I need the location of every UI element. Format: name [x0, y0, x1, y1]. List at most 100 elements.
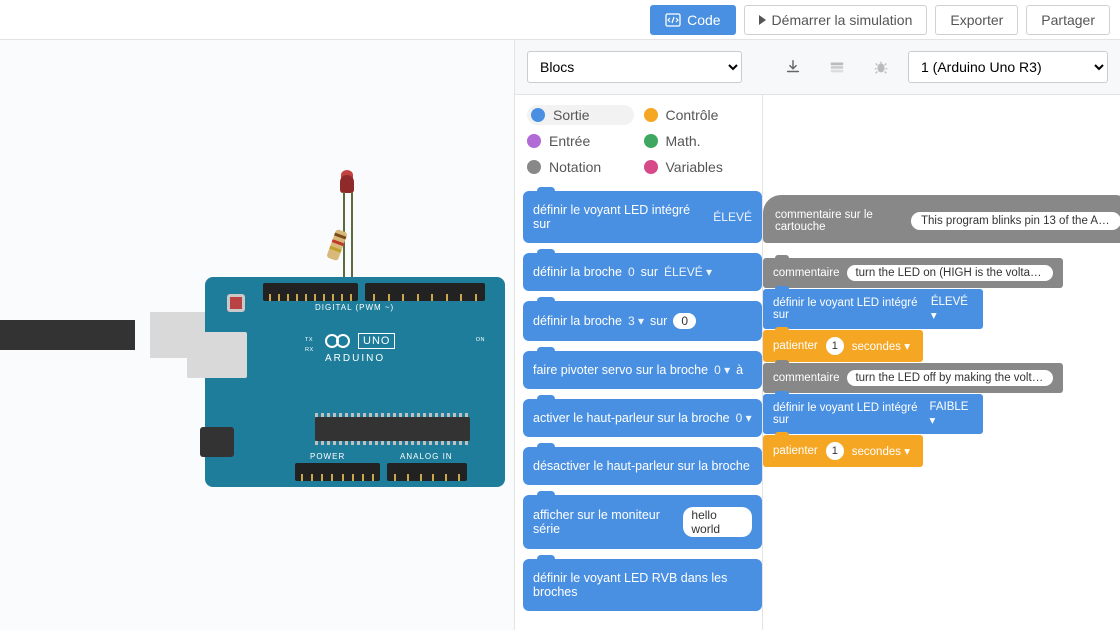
library-button[interactable]	[820, 50, 854, 84]
set-led-block[interactable]: définir le voyant LED intégré sur FAIBLE…	[763, 394, 983, 434]
dot-icon	[644, 160, 658, 174]
header-digital-left[interactable]	[263, 283, 358, 301]
power-section-label: POWER	[310, 452, 345, 461]
arduino-board[interactable]: DIGITAL (PWM ~) UNO ARDUINO TX RX ON POW…	[205, 277, 505, 487]
palette-block-list[interactable]: définir le voyant LED intégré sur ÉLEVÉ …	[515, 185, 762, 630]
usb-cable[interactable]	[0, 310, 150, 360]
pin-dropdown[interactable]: 0 ▾	[736, 411, 752, 425]
play-icon	[759, 15, 766, 25]
hat-comment-text[interactable]: This program blinks pin 13 of the Arduin…	[911, 212, 1120, 230]
block-label: définir la broche	[533, 265, 622, 279]
block-value[interactable]: ÉLEVÉ	[713, 210, 752, 224]
category-label: Notation	[549, 159, 601, 175]
comment-label: commentaire	[773, 267, 839, 279]
debug-button[interactable]	[864, 50, 898, 84]
pin-dropdown[interactable]: 3 ▾	[628, 314, 644, 328]
category-label: Contrôle	[666, 107, 719, 123]
header-analog[interactable]	[387, 463, 467, 481]
on-label: ON	[476, 337, 485, 343]
share-label: Partager	[1041, 12, 1095, 28]
wait-block[interactable]: patienter 1 secondes ▾	[763, 330, 923, 362]
block-label: définir le voyant LED intégré sur	[533, 203, 698, 231]
comment-block[interactable]: commentaire turn the LED on (HIGH is the…	[763, 258, 1063, 288]
device-select[interactable]: 1 (Arduino Uno R3)	[908, 51, 1108, 83]
bug-icon	[872, 58, 890, 76]
main-split: DIGITAL (PWM ~) UNO ARDUINO TX RX ON POW…	[0, 40, 1120, 630]
hat-label: commentaire sur le cartouche	[775, 209, 903, 233]
block-set-pin-digital[interactable]: définir la broche0surÉLEVÉ ▾	[523, 253, 762, 291]
category-controle[interactable]: Contrôle	[644, 105, 751, 125]
tx-label: TX	[305, 337, 313, 343]
dot-icon	[644, 134, 658, 148]
block-serial-print[interactable]: afficher sur le moniteur sériehello worl…	[523, 495, 762, 549]
block-mid: sur	[650, 314, 667, 328]
block-speaker-off[interactable]: désactiver le haut-parleur sur la broche	[523, 447, 762, 485]
download-icon	[784, 58, 802, 76]
block-rotate-servo[interactable]: faire pivoter servo sur la broche 0 ▾ à	[523, 351, 762, 389]
download-button[interactable]	[776, 50, 810, 84]
text-input[interactable]: hello world	[683, 507, 752, 537]
block-set-builtin-led[interactable]: définir le voyant LED intégré sur ÉLEVÉ	[523, 191, 762, 243]
wait-label: patienter	[773, 340, 818, 352]
circuit-canvas[interactable]: DIGITAL (PWM ~) UNO ARDUINO TX RX ON POW…	[0, 40, 515, 630]
header-power[interactable]	[295, 463, 380, 481]
pin-dropdown[interactable]: 0	[628, 265, 635, 279]
category-list: Sortie Contrôle Entrée Math. Notation Va…	[515, 95, 762, 185]
block-palette: Sortie Contrôle Entrée Math. Notation Va…	[515, 95, 763, 630]
comment-text[interactable]: turn the LED on (HIGH is the voltage lev…	[847, 265, 1053, 281]
pin-dropdown[interactable]: 0 ▾	[714, 363, 730, 377]
export-button[interactable]: Exporter	[935, 5, 1018, 35]
category-entree[interactable]: Entrée	[527, 131, 634, 151]
code-mode-select[interactable]: Blocs	[527, 51, 742, 83]
category-label: Sortie	[553, 107, 590, 123]
wait-block[interactable]: patienter 1 secondes ▾	[763, 435, 923, 467]
hat-comment-block[interactable]: commentaire sur le cartouche This progra…	[763, 195, 1120, 243]
board-brand: UNO	[325, 333, 395, 349]
value-dropdown[interactable]: ÉLEVÉ ▾	[664, 265, 712, 279]
dot-icon	[527, 160, 541, 174]
wait-label: patienter	[773, 445, 818, 457]
program-stack[interactable]: commentaire sur le cartouche This progra…	[763, 195, 1120, 467]
start-simulation-button[interactable]: Démarrer la simulation	[744, 5, 928, 35]
value-dropdown[interactable]: ÉLEVÉ ▾	[931, 296, 973, 322]
export-label: Exporter	[950, 12, 1003, 28]
comment-block[interactable]: commentaire turn the LED off by making t…	[763, 363, 1063, 393]
block-tail: à	[736, 363, 743, 377]
category-variables[interactable]: Variables	[644, 157, 751, 177]
atmega-chip	[315, 417, 470, 441]
dot-icon	[527, 134, 541, 148]
block-label: faire pivoter servo sur la broche	[533, 363, 708, 377]
unit-dropdown[interactable]: secondes ▾	[852, 444, 910, 458]
top-toolbar: Code Démarrer la simulation Exporter Par…	[0, 0, 1120, 40]
block-label: afficher sur le moniteur série	[533, 508, 677, 536]
reset-button[interactable]	[227, 294, 245, 312]
block-label: définir le voyant LED intégré sur	[773, 402, 921, 426]
set-led-block[interactable]: définir le voyant LED intégré sur ÉLEVÉ …	[763, 289, 983, 329]
barrel-jack	[200, 427, 234, 457]
category-math[interactable]: Math.	[644, 131, 751, 151]
comment-text[interactable]: turn the LED off by making the voltage L…	[847, 370, 1053, 386]
share-button[interactable]: Partager	[1026, 5, 1110, 35]
category-notation[interactable]: Notation	[527, 157, 634, 177]
category-label: Entrée	[549, 133, 590, 149]
code-button-label: Code	[687, 12, 720, 28]
category-sortie[interactable]: Sortie	[527, 105, 634, 125]
wait-value[interactable]: 1	[826, 442, 844, 460]
code-toolbar: Blocs 1 (Arduino Uno R3)	[515, 40, 1120, 95]
dot-icon	[644, 108, 658, 122]
value-dropdown[interactable]: FAIBLE ▾	[929, 401, 973, 427]
block-set-pin-analog[interactable]: définir la broche3 ▾sur0	[523, 301, 762, 341]
unit-dropdown[interactable]: secondes ▾	[852, 339, 910, 353]
block-label: activer le haut-parleur sur la broche	[533, 411, 730, 425]
value-input[interactable]: 0	[673, 313, 696, 329]
wait-value[interactable]: 1	[826, 337, 844, 355]
code-workspace[interactable]: commentaire sur le cartouche This progra…	[763, 95, 1120, 630]
header-digital-right[interactable]	[365, 283, 485, 301]
block-label: définir le voyant LED RVB dans les broch…	[533, 571, 752, 599]
led-lead	[351, 192, 353, 282]
block-speaker-on[interactable]: activer le haut-parleur sur la broche 0 ▾	[523, 399, 762, 437]
digital-label: DIGITAL (PWM ~)	[315, 303, 394, 312]
code-button[interactable]: Code	[650, 5, 735, 35]
block-set-rgb-led[interactable]: définir le voyant LED RVB dans les broch…	[523, 559, 762, 611]
rx-label: RX	[305, 347, 314, 353]
